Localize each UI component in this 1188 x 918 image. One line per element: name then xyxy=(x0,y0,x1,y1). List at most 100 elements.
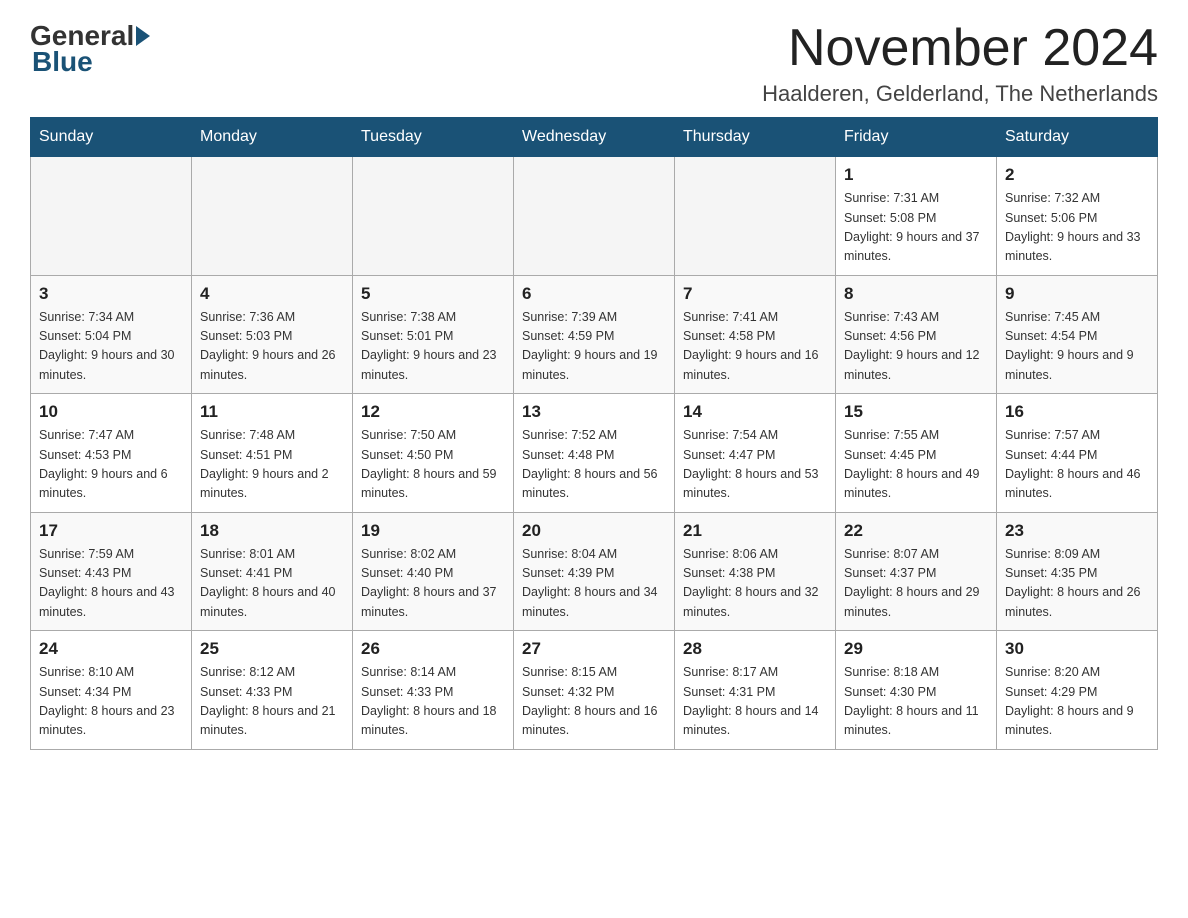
calendar-week-row: 1 Sunrise: 7:31 AMSunset: 5:08 PMDaylight… xyxy=(31,157,1158,276)
day-number: 11 xyxy=(200,402,344,422)
day-number: 22 xyxy=(844,521,988,541)
day-info: Sunrise: 7:47 AMSunset: 4:53 PMDaylight:… xyxy=(39,426,183,504)
calendar-day-cell: 25 Sunrise: 8:12 AMSunset: 4:33 PMDayligh… xyxy=(192,631,353,750)
month-title: November 2024 xyxy=(762,20,1158,77)
calendar-day-cell xyxy=(675,157,836,276)
day-info: Sunrise: 8:10 AMSunset: 4:34 PMDaylight:… xyxy=(39,663,183,741)
weekday-header-friday: Friday xyxy=(836,118,997,157)
day-number: 25 xyxy=(200,639,344,659)
calendar-day-cell: 30 Sunrise: 8:20 AMSunset: 4:29 PMDayligh… xyxy=(997,631,1158,750)
day-info: Sunrise: 8:17 AMSunset: 4:31 PMDaylight:… xyxy=(683,663,827,741)
weekday-header-monday: Monday xyxy=(192,118,353,157)
day-info: Sunrise: 7:34 AMSunset: 5:04 PMDaylight:… xyxy=(39,308,183,386)
day-number: 12 xyxy=(361,402,505,422)
calendar-day-cell xyxy=(192,157,353,276)
day-info: Sunrise: 7:59 AMSunset: 4:43 PMDaylight:… xyxy=(39,545,183,623)
calendar-day-cell: 15 Sunrise: 7:55 AMSunset: 4:45 PMDayligh… xyxy=(836,394,997,513)
day-info: Sunrise: 7:36 AMSunset: 5:03 PMDaylight:… xyxy=(200,308,344,386)
day-info: Sunrise: 8:15 AMSunset: 4:32 PMDaylight:… xyxy=(522,663,666,741)
calendar-day-cell: 18 Sunrise: 8:01 AMSunset: 4:41 PMDayligh… xyxy=(192,512,353,631)
day-info: Sunrise: 8:18 AMSunset: 4:30 PMDaylight:… xyxy=(844,663,988,741)
day-info: Sunrise: 8:07 AMSunset: 4:37 PMDaylight:… xyxy=(844,545,988,623)
calendar-day-cell xyxy=(514,157,675,276)
logo: General Blue xyxy=(30,20,150,78)
calendar-day-cell: 23 Sunrise: 8:09 AMSunset: 4:35 PMDayligh… xyxy=(997,512,1158,631)
calendar-day-cell xyxy=(31,157,192,276)
calendar-day-cell: 19 Sunrise: 8:02 AMSunset: 4:40 PMDayligh… xyxy=(353,512,514,631)
calendar-day-cell: 26 Sunrise: 8:14 AMSunset: 4:33 PMDayligh… xyxy=(353,631,514,750)
weekday-header-wednesday: Wednesday xyxy=(514,118,675,157)
calendar-day-cell: 28 Sunrise: 8:17 AMSunset: 4:31 PMDayligh… xyxy=(675,631,836,750)
calendar-week-row: 10Sunrise: 7:47 AMSunset: 4:53 PMDayligh… xyxy=(31,394,1158,513)
day-info: Sunrise: 7:31 AMSunset: 5:08 PMDaylight:… xyxy=(844,189,988,267)
day-number: 13 xyxy=(522,402,666,422)
day-info: Sunrise: 8:06 AMSunset: 4:38 PMDaylight:… xyxy=(683,545,827,623)
calendar-header: SundayMondayTuesdayWednesdayThursdayFrid… xyxy=(31,118,1158,157)
day-number: 7 xyxy=(683,284,827,304)
calendar-day-cell: 12Sunrise: 7:50 AMSunset: 4:50 PMDayligh… xyxy=(353,394,514,513)
calendar-body: 1 Sunrise: 7:31 AMSunset: 5:08 PMDaylight… xyxy=(31,157,1158,750)
day-number: 27 xyxy=(522,639,666,659)
day-number: 29 xyxy=(844,639,988,659)
calendar-week-row: 3 Sunrise: 7:34 AMSunset: 5:04 PMDaylight… xyxy=(31,275,1158,394)
calendar-day-cell: 5 Sunrise: 7:38 AMSunset: 5:01 PMDaylight… xyxy=(353,275,514,394)
calendar-day-cell: 20Sunrise: 8:04 AMSunset: 4:39 PMDayligh… xyxy=(514,512,675,631)
day-number: 15 xyxy=(844,402,988,422)
weekday-header-row: SundayMondayTuesdayWednesdayThursdayFrid… xyxy=(31,118,1158,157)
day-number: 8 xyxy=(844,284,988,304)
day-info: Sunrise: 7:38 AMSunset: 5:01 PMDaylight:… xyxy=(361,308,505,386)
logo-arrow-icon xyxy=(136,26,150,46)
calendar-day-cell: 17 Sunrise: 7:59 AMSunset: 4:43 PMDayligh… xyxy=(31,512,192,631)
day-number: 4 xyxy=(200,284,344,304)
weekday-header-saturday: Saturday xyxy=(997,118,1158,157)
day-info: Sunrise: 7:45 AMSunset: 4:54 PMDaylight:… xyxy=(1005,308,1149,386)
day-number: 28 xyxy=(683,639,827,659)
calendar-week-row: 17 Sunrise: 7:59 AMSunset: 4:43 PMDayligh… xyxy=(31,512,1158,631)
day-info: Sunrise: 7:55 AMSunset: 4:45 PMDaylight:… xyxy=(844,426,988,504)
calendar-day-cell: 3 Sunrise: 7:34 AMSunset: 5:04 PMDaylight… xyxy=(31,275,192,394)
day-info: Sunrise: 7:57 AMSunset: 4:44 PMDaylight:… xyxy=(1005,426,1149,504)
location-subtitle: Haalderen, Gelderland, The Netherlands xyxy=(762,81,1158,107)
calendar-day-cell: 16Sunrise: 7:57 AMSunset: 4:44 PMDayligh… xyxy=(997,394,1158,513)
weekday-header-sunday: Sunday xyxy=(31,118,192,157)
logo-blue-text: Blue xyxy=(30,46,93,78)
day-number: 20 xyxy=(522,521,666,541)
weekday-header-thursday: Thursday xyxy=(675,118,836,157)
day-info: Sunrise: 7:32 AMSunset: 5:06 PMDaylight:… xyxy=(1005,189,1149,267)
day-info: Sunrise: 8:09 AMSunset: 4:35 PMDaylight:… xyxy=(1005,545,1149,623)
calendar-day-cell: 21 Sunrise: 8:06 AMSunset: 4:38 PMDayligh… xyxy=(675,512,836,631)
day-number: 21 xyxy=(683,521,827,541)
day-number: 9 xyxy=(1005,284,1149,304)
calendar-day-cell: 2 Sunrise: 7:32 AMSunset: 5:06 PMDaylight… xyxy=(997,157,1158,276)
day-info: Sunrise: 8:12 AMSunset: 4:33 PMDaylight:… xyxy=(200,663,344,741)
day-info: Sunrise: 7:41 AMSunset: 4:58 PMDaylight:… xyxy=(683,308,827,386)
calendar-day-cell: 7 Sunrise: 7:41 AMSunset: 4:58 PMDaylight… xyxy=(675,275,836,394)
day-number: 30 xyxy=(1005,639,1149,659)
calendar-day-cell: 29 Sunrise: 8:18 AMSunset: 4:30 PMDayligh… xyxy=(836,631,997,750)
calendar-table: SundayMondayTuesdayWednesdayThursdayFrid… xyxy=(30,117,1158,750)
weekday-header-tuesday: Tuesday xyxy=(353,118,514,157)
day-info: Sunrise: 8:01 AMSunset: 4:41 PMDaylight:… xyxy=(200,545,344,623)
calendar-week-row: 24Sunrise: 8:10 AMSunset: 4:34 PMDayligh… xyxy=(31,631,1158,750)
title-area: November 2024 Haalderen, Gelderland, The… xyxy=(762,20,1158,107)
day-number: 17 xyxy=(39,521,183,541)
day-number: 23 xyxy=(1005,521,1149,541)
day-info: Sunrise: 8:14 AMSunset: 4:33 PMDaylight:… xyxy=(361,663,505,741)
calendar-day-cell: 8Sunrise: 7:43 AMSunset: 4:56 PMDaylight… xyxy=(836,275,997,394)
day-number: 26 xyxy=(361,639,505,659)
day-info: Sunrise: 8:20 AMSunset: 4:29 PMDaylight:… xyxy=(1005,663,1149,741)
day-info: Sunrise: 8:02 AMSunset: 4:40 PMDaylight:… xyxy=(361,545,505,623)
day-number: 1 xyxy=(844,165,988,185)
day-number: 5 xyxy=(361,284,505,304)
day-number: 3 xyxy=(39,284,183,304)
calendar-day-cell: 10Sunrise: 7:47 AMSunset: 4:53 PMDayligh… xyxy=(31,394,192,513)
calendar-day-cell: 27 Sunrise: 8:15 AMSunset: 4:32 PMDayligh… xyxy=(514,631,675,750)
calendar-day-cell: 13 Sunrise: 7:52 AMSunset: 4:48 PMDayligh… xyxy=(514,394,675,513)
calendar-day-cell: 11Sunrise: 7:48 AMSunset: 4:51 PMDayligh… xyxy=(192,394,353,513)
calendar-day-cell: 6Sunrise: 7:39 AMSunset: 4:59 PMDaylight… xyxy=(514,275,675,394)
day-number: 19 xyxy=(361,521,505,541)
day-number: 18 xyxy=(200,521,344,541)
day-info: Sunrise: 7:52 AMSunset: 4:48 PMDaylight:… xyxy=(522,426,666,504)
day-number: 2 xyxy=(1005,165,1149,185)
calendar-day-cell: 22 Sunrise: 8:07 AMSunset: 4:37 PMDayligh… xyxy=(836,512,997,631)
